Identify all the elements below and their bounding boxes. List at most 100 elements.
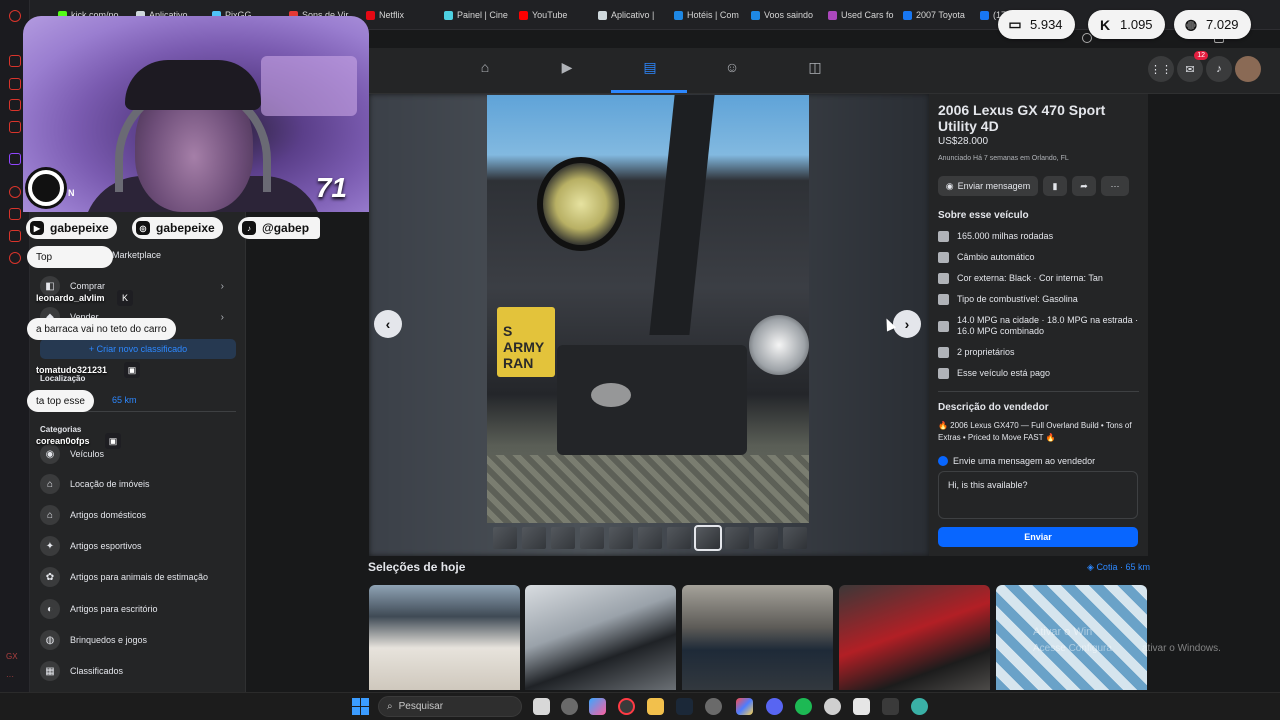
sidebar-category-item[interactable]: ✦ Artigos esportivos bbox=[40, 534, 236, 558]
sidebar-category-item[interactable]: ⌂ Locação de imóveis bbox=[40, 472, 236, 496]
groups-icon[interactable]: ☺ bbox=[721, 58, 743, 76]
browser-tab[interactable]: Hotéis | Com bbox=[674, 8, 739, 22]
listing-card-ducati[interactable] bbox=[839, 585, 990, 690]
kick-viewers-badge: K 1.095 bbox=[1088, 10, 1165, 39]
photo-thumbnail[interactable] bbox=[783, 527, 807, 549]
browser-tab[interactable]: Voos saindo bbox=[751, 8, 813, 22]
sidebar-category-item[interactable]: ◍ Brinquedos e jogos bbox=[40, 628, 236, 652]
messenger-icon[interactable]: ✉ 12 bbox=[1177, 51, 1208, 82]
copilot-icon[interactable] bbox=[589, 698, 606, 715]
home-icon[interactable]: ⌂ bbox=[474, 58, 496, 76]
sidebar-app-icon[interactable] bbox=[9, 208, 21, 220]
taskbar-app-icon[interactable] bbox=[911, 698, 928, 715]
sidebar-app-icon[interactable] bbox=[9, 230, 21, 242]
file-explorer-icon[interactable] bbox=[647, 698, 664, 715]
tab-label: YouTube bbox=[532, 10, 568, 20]
message-input[interactable]: Hi, is this available? bbox=[938, 471, 1138, 519]
browser-tab[interactable]: Netflix bbox=[366, 8, 404, 22]
menu-grid-icon[interactable]: ⋮⋮ bbox=[1148, 56, 1174, 82]
opera-gx-icon[interactable] bbox=[618, 698, 635, 715]
chat-message: a barraca vai no teto do carro bbox=[27, 318, 176, 340]
instagram-icon: ◎ bbox=[136, 221, 150, 235]
notifications-icon[interactable]: ♪ bbox=[1206, 56, 1232, 82]
taskbar-app-icon[interactable] bbox=[705, 698, 722, 715]
photo-thumbnail[interactable] bbox=[609, 527, 633, 549]
taskbar-app-icon[interactable] bbox=[561, 698, 578, 715]
search-icon[interactable] bbox=[1082, 33, 1092, 43]
video-icon[interactable]: ▶ bbox=[556, 58, 578, 76]
taskbar-app-icon[interactable] bbox=[882, 698, 899, 715]
category-label: Veículos bbox=[70, 449, 105, 459]
category-label: Locação de imóveis bbox=[70, 479, 150, 489]
next-photo-button[interactable]: › bbox=[893, 310, 921, 338]
sidebar-category-item[interactable]: ⌂ Artigos domésticos bbox=[40, 503, 236, 527]
steam-icon[interactable] bbox=[676, 698, 693, 715]
sidebar-app-icon[interactable] bbox=[9, 55, 21, 67]
photo-thumbnail[interactable] bbox=[493, 527, 517, 549]
speedometer-icon bbox=[938, 231, 949, 242]
tab-favicon-icon bbox=[598, 10, 607, 20]
category-icon: ⌂ bbox=[40, 505, 60, 525]
sidebar-app-icon[interactable] bbox=[9, 99, 21, 111]
listing-title: 2006 Lexus GX 470 Sport Utility 4D bbox=[938, 102, 1106, 134]
photo-thumbnail[interactable] bbox=[694, 525, 722, 551]
taskbar-app-icon[interactable] bbox=[824, 698, 841, 715]
sidebar-category-item[interactable]: ✿ Artigos para animais de estimação bbox=[40, 565, 236, 589]
more-options-button[interactable]: ··· bbox=[1101, 176, 1129, 196]
tab-label: 2007 Toyota bbox=[916, 10, 965, 20]
previous-photo-button[interactable]: ‹ bbox=[374, 310, 402, 338]
browser-tab[interactable]: Painel | Cine bbox=[444, 8, 508, 22]
photo-thumbnail[interactable] bbox=[754, 527, 778, 549]
listing-card-motorcycle[interactable] bbox=[525, 585, 676, 690]
browser-tab[interactable]: Used Cars fo bbox=[828, 8, 894, 22]
vehicle-spec: 14.0 MPG na cidade · 18.0 MPG na estrada… bbox=[938, 315, 1139, 337]
listing-photo[interactable]: S ARMY RAN bbox=[487, 95, 809, 523]
bookmark-icon: ▮ bbox=[1052, 180, 1058, 191]
opera-logo-icon[interactable] bbox=[9, 10, 21, 22]
marketplace-icon[interactable]: ▤ bbox=[639, 58, 661, 76]
picks-location-link[interactable]: ◈ Cotia · 65 km bbox=[1087, 562, 1150, 573]
send-button[interactable]: Enviar bbox=[938, 527, 1138, 547]
discord-icon[interactable] bbox=[766, 698, 783, 715]
message-seller-label: Envie uma mensagem ao vendedor bbox=[938, 456, 1139, 466]
photo-thumbnail[interactable] bbox=[638, 527, 662, 549]
task-view-icon[interactable] bbox=[533, 698, 550, 715]
listing-date-location: Anunciado Há 7 semanas em Orlando, FL bbox=[938, 155, 1069, 162]
avatar[interactable] bbox=[1235, 56, 1261, 82]
sidebar-category-item[interactable]: ◐ Artigos para escritório bbox=[40, 597, 236, 621]
browser-tab[interactable]: 2007 Toyota bbox=[903, 8, 965, 22]
twitch-icon[interactable] bbox=[9, 153, 21, 165]
category-icon: ✿ bbox=[40, 567, 60, 587]
photo-thumbnail[interactable] bbox=[522, 527, 546, 549]
sidebar-app-icon[interactable] bbox=[9, 121, 21, 133]
photo-thumbnail[interactable] bbox=[580, 527, 604, 549]
sidebar-app-icon[interactable] bbox=[9, 186, 21, 198]
listing-card-suv[interactable] bbox=[682, 585, 833, 690]
windows-start-icon[interactable] bbox=[352, 698, 369, 715]
sidebar-more-icon[interactable]: GX bbox=[6, 652, 18, 661]
taskbar-app-icon[interactable] bbox=[853, 698, 870, 715]
kick-k-icon: K bbox=[1099, 16, 1111, 33]
sidebar-app-icon[interactable] bbox=[9, 78, 21, 90]
taskbar-app-icon[interactable] bbox=[736, 698, 753, 715]
browser-tab[interactable]: Aplicativo | bbox=[598, 8, 654, 22]
location-radius-link[interactable]: 65 km bbox=[112, 388, 212, 412]
send-message-button[interactable]: ◉ Enviar mensagem bbox=[938, 176, 1038, 196]
listing-card-house[interactable] bbox=[369, 585, 520, 690]
photo-thumbnail[interactable] bbox=[725, 527, 749, 549]
settings-icon[interactable] bbox=[9, 252, 21, 264]
sidebar-more-icon[interactable]: ··· bbox=[6, 672, 14, 681]
browser-tab[interactable]: YouTube bbox=[519, 8, 567, 22]
category-label: Artigos para escritório bbox=[70, 604, 158, 614]
photo-thumbnail[interactable] bbox=[667, 527, 691, 549]
spotify-icon[interactable] bbox=[795, 698, 812, 715]
about-vehicle-heading: Sobre esse veículo bbox=[938, 210, 1029, 221]
taskbar-search[interactable]: ⌕ Pesquisar bbox=[378, 696, 522, 717]
sidebar-category-item[interactable]: ▦ Classificados bbox=[40, 659, 236, 683]
photo-thumbnail[interactable] bbox=[551, 527, 575, 549]
windows-taskbar: ⌕ Pesquisar bbox=[0, 692, 1280, 720]
create-listing-button[interactable]: + Criar novo classificado bbox=[40, 339, 236, 359]
share-button[interactable]: ➦ bbox=[1072, 176, 1096, 196]
gaming-icon[interactable]: ◫ bbox=[804, 58, 826, 76]
save-button[interactable]: ▮ bbox=[1043, 176, 1067, 196]
